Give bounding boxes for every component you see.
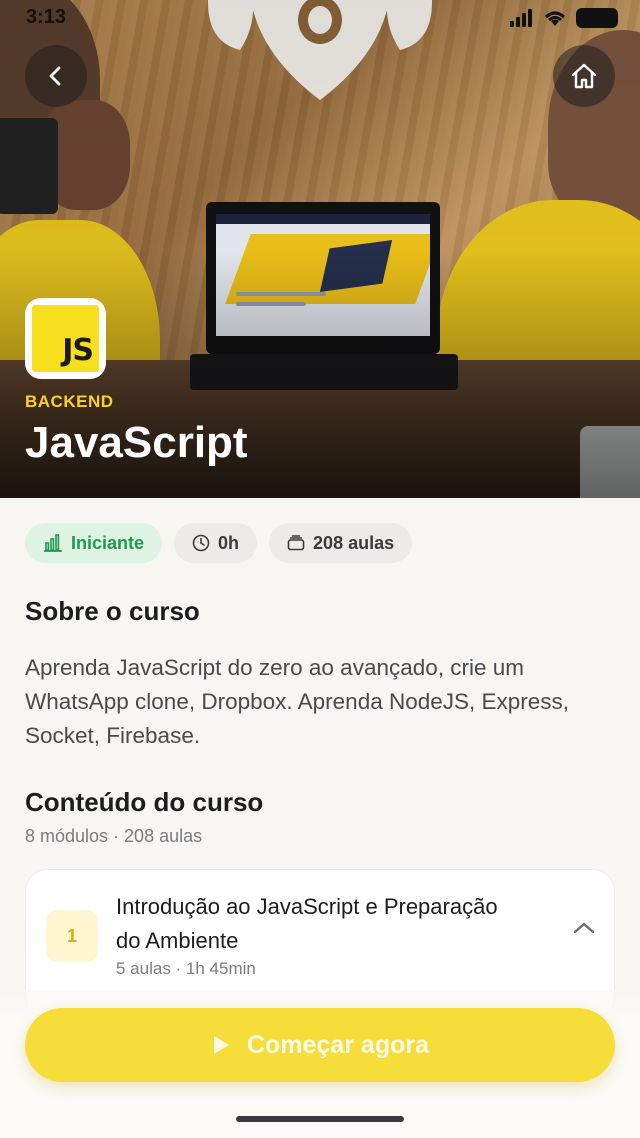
content-summary: 8 módulos · 208 aulas <box>25 826 203 846</box>
home-icon <box>571 63 597 89</box>
module-title: Introdução ao JavaScript e Preparação do… <box>116 894 498 953</box>
status-bar: 3:13 <box>0 0 640 38</box>
course-title: JavaScript <box>25 418 248 467</box>
about-description: Aprenda JavaScript do zero ao avançado, … <box>25 655 570 748</box>
start-now-button[interactable]: Começar agora <box>25 1008 615 1082</box>
about-heading: Sobre o curso <box>25 596 200 626</box>
course-category: BACKEND <box>25 392 114 411</box>
home-indicator[interactable] <box>236 1116 404 1122</box>
wifi-icon <box>545 11 565 26</box>
cellular-signal-icon <box>510 9 534 27</box>
clock-icon <box>192 534 210 552</box>
module-meta: 5 aulas · 1h 45min <box>116 959 256 978</box>
play-icon <box>213 1036 229 1054</box>
module-number: 1 <box>46 910 98 962</box>
content-heading: Conteúdo do curso <box>25 787 264 817</box>
course-logo: JS <box>25 298 106 379</box>
javascript-logo-icon: JS <box>32 305 99 372</box>
chevron-up-icon[interactable] <box>572 920 596 936</box>
bar-chart-icon <box>44 534 62 552</box>
lessons-badge: 208 aulas <box>269 523 413 563</box>
duration-badge: 0h <box>174 523 258 563</box>
status-time: 3:13 <box>26 6 67 28</box>
start-now-label: Começar agora <box>246 1030 430 1059</box>
chevron-left-icon <box>49 66 61 86</box>
course-info-chips: Iniciante 0h 208 aulas <box>25 523 413 563</box>
back-button[interactable] <box>25 45 87 107</box>
battery-icon <box>576 8 618 28</box>
home-button[interactable] <box>553 45 615 107</box>
level-badge: Iniciante <box>25 523 163 563</box>
stack-icon <box>287 535 305 551</box>
